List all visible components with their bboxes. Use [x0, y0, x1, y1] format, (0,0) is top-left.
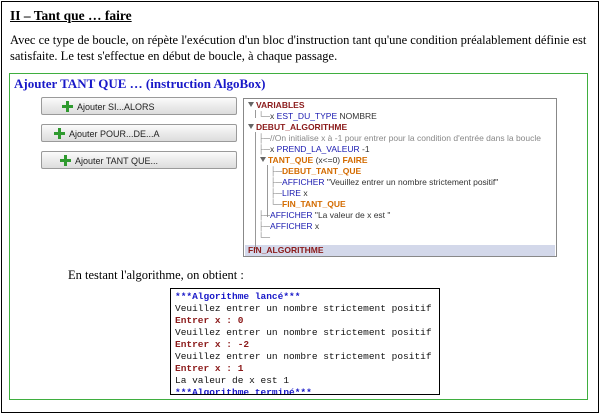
console-line: Entrer x : 0	[175, 315, 244, 326]
console-line: Veuillez entrer un nombre strictement po…	[175, 351, 432, 362]
code-line-afficher-valeur[interactable]: ├─AFFICHER "La valeur de x est "	[258, 210, 390, 221]
collapse-triangle-icon[interactable]	[248, 102, 254, 107]
algobox-panel: Ajouter TANT QUE … (instruction AlgoBox)…	[9, 73, 588, 400]
add-tant-que-button[interactable]: Ajouter TANT QUE...	[41, 151, 237, 169]
code-line-tant-que[interactable]: TANT_QUE (x<=0) FAIRE	[260, 155, 368, 166]
code-line-lire[interactable]: ├─LIRE x	[270, 188, 308, 199]
button-label: Ajouter SI...ALORS	[77, 102, 155, 112]
code-line-fin-tant-que[interactable]: └─FIN_TANT_QUE	[270, 199, 346, 210]
console-output: ***Algorithme lancé*** Veuillez entrer u…	[170, 288, 440, 395]
panel-title: Ajouter TANT QUE … (instruction AlgoBox)	[14, 76, 266, 91]
plus-icon	[54, 128, 65, 139]
plus-icon	[62, 101, 73, 112]
console-line: Veuillez entrer un nombre strictement po…	[175, 327, 432, 338]
code-line-init-x[interactable]: ├─x PREND_LA_VALEUR -1	[258, 144, 370, 155]
plus-icon	[60, 155, 71, 166]
code-line-comment[interactable]: ├─//On initialise x à -1 pour entrer pou…	[258, 133, 541, 144]
intro-paragraph: Avec ce type de boucle, on répète l'exéc…	[10, 33, 587, 63]
add-pour-de-a-button[interactable]: Ajouter POUR...DE...A	[41, 124, 237, 142]
console-line: Entrer x : -2	[175, 339, 250, 350]
collapse-triangle-icon[interactable]	[248, 124, 254, 129]
code-line-afficher-x[interactable]: ├─AFFICHER x	[258, 221, 319, 232]
code-line-variables[interactable]: VARIABLES	[248, 100, 305, 111]
button-group: Ajouter SI...ALORS Ajouter POUR...DE...A…	[41, 97, 241, 178]
code-line-debut-algorithme[interactable]: DEBUT_ALGORITHME	[248, 122, 347, 133]
code-line-afficher-message[interactable]: ├─AFFICHER "Veuillez entrer un nombre st…	[270, 177, 498, 188]
collapse-triangle-icon[interactable]	[260, 157, 266, 162]
console-line: ***Algorithme terminé***	[175, 387, 312, 395]
console-line: Entrer x : 1	[175, 363, 244, 374]
code-line-debut-tant-que[interactable]: ├─DEBUT_TANT_QUE	[270, 166, 361, 177]
section-heading: II – Tant que … faire	[10, 8, 132, 23]
console-line: ***Algorithme lancé***	[175, 291, 301, 302]
add-si-alors-button[interactable]: Ajouter SI...ALORS	[41, 97, 237, 115]
button-label: Ajouter TANT QUE...	[75, 156, 159, 166]
code-line-blank[interactable]: └─	[258, 232, 270, 243]
result-label: En testant l'algorithme, on obtient :	[68, 268, 244, 282]
console-line: La valeur de x est 1	[175, 375, 290, 386]
code-line-variable-x[interactable]: └─x EST_DU_TYPE NOMBRE	[258, 111, 377, 122]
algorithm-tree: VARIABLES └─x EST_DU_TYPE NOMBRE DEBUT_A…	[243, 98, 557, 257]
console-line: Veuillez entrer un nombre strictement po…	[175, 303, 432, 314]
code-line-fin-algorithme[interactable]: FIN_ALGORITHME	[248, 245, 324, 256]
button-label: Ajouter POUR...DE...A	[69, 129, 160, 139]
